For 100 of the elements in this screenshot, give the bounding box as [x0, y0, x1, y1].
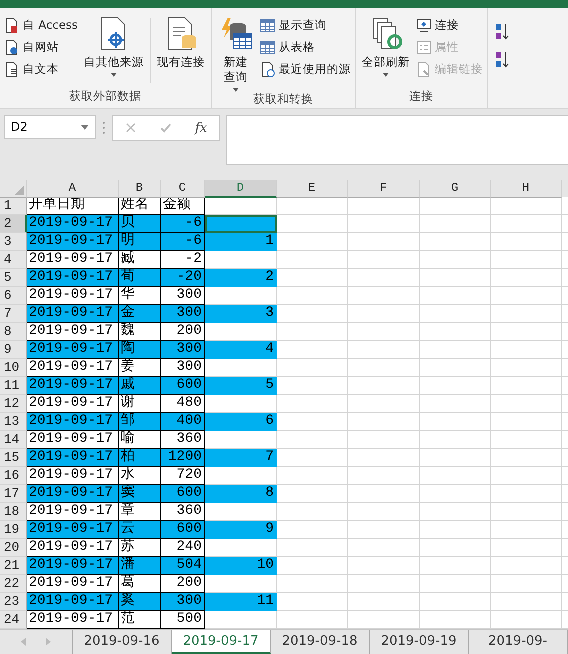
table-cell: 2019-09-17 [27, 557, 119, 575]
ribbon-button[interactable]: 最近使用的源 [260, 60, 352, 79]
table-cell: 7 [205, 449, 277, 467]
ribbon-button[interactable]: 自其他来源 [82, 16, 146, 89]
caret-icon [383, 72, 390, 77]
table-cell: 2019-09-17 [27, 215, 119, 233]
close-icon[interactable] [124, 122, 137, 134]
ribbon-button[interactable]: 新建 查询 [216, 16, 256, 92]
sheet-tab[interactable]: 2019-09-17 [172, 630, 271, 654]
row-header[interactable]: 23 [0, 593, 27, 611]
row-header[interactable]: 22 [0, 575, 27, 593]
document-icon [260, 62, 276, 78]
scroll-left-icon[interactable] [21, 638, 26, 646]
table-cell: 11 [205, 593, 277, 611]
row-header[interactable]: 14 [0, 431, 27, 449]
row-header[interactable]: 6 [0, 287, 27, 305]
table-cell: 504 [161, 557, 205, 575]
caret-icon [111, 72, 118, 77]
ribbon-button[interactable]: 自网站 [4, 38, 78, 57]
column-header[interactable]: E [277, 180, 348, 198]
table-cell: 明 [119, 233, 161, 251]
table-cell: 贝 [119, 215, 161, 233]
selected-cell [205, 215, 277, 233]
group-label: 获取外部数据 [68, 89, 143, 105]
table-cell: 600 [161, 377, 205, 395]
ribbon-button[interactable]: 自 Access [4, 16, 78, 35]
document-icon [416, 62, 432, 78]
sheet-tab[interactable]: 2019-09- [469, 630, 568, 654]
table-cell: 300 [161, 305, 205, 323]
row-header[interactable]: 9 [0, 341, 27, 359]
row-header[interactable]: 11 [0, 377, 27, 395]
column-header[interactable]: G [420, 180, 491, 198]
grip-icon [102, 121, 106, 135]
row-header[interactable]: 18 [0, 503, 27, 521]
ribbon-button[interactable]: 全部刷新 [360, 16, 412, 89]
row-header[interactable]: 8 [0, 323, 27, 341]
document-icon [4, 18, 20, 34]
table-cell: 2019-09-17 [27, 305, 119, 323]
row-header[interactable]: 15 [0, 449, 27, 467]
insert-function-button[interactable]: fx [195, 120, 208, 136]
checkmark-icon[interactable] [160, 122, 172, 134]
table-cell: 2019-09-17 [27, 269, 119, 287]
group-label: 获取和转换 [252, 92, 315, 108]
table-cell: 云 [119, 521, 161, 539]
row-header[interactable]: 7 [0, 305, 27, 323]
document-icon [4, 40, 20, 56]
table-cell: 2019-09-17 [27, 485, 119, 503]
ribbon-button[interactable]: 从表格 [260, 38, 352, 57]
row-header[interactable]: 21 [0, 557, 27, 575]
list-icon [416, 40, 432, 56]
table-cell: 邹 [119, 413, 161, 431]
table-cell: 柏 [119, 449, 161, 467]
table-cell: -20 [161, 269, 205, 287]
table-cell: 600 [161, 521, 205, 539]
column-header[interactable]: A [27, 180, 119, 198]
monitor-icon [416, 18, 432, 34]
ribbon-button[interactable]: 显示查询 [260, 16, 352, 35]
row-header[interactable]: 16 [0, 467, 27, 485]
row-header[interactable]: 20 [0, 539, 27, 557]
column-header[interactable]: B [119, 180, 161, 198]
column-header[interactable]: C [161, 180, 205, 198]
row-header[interactable]: 1 [0, 197, 27, 215]
row-header[interactable]: 19 [0, 521, 27, 539]
document-icon [4, 62, 20, 78]
row-header[interactable]: 12 [0, 395, 27, 413]
ribbon-button[interactable]: 现有连接 [155, 16, 208, 89]
table-cell: 2019-09-17 [27, 377, 119, 395]
row-header[interactable]: 5 [0, 269, 27, 287]
group-label: 连接 [408, 89, 435, 105]
ribbon-button[interactable]: 自文本 [4, 60, 78, 79]
column-header[interactable]: D [205, 180, 277, 198]
table-cell: 荀 [119, 269, 161, 287]
row-header[interactable]: 24 [0, 611, 27, 629]
row-header[interactable]: 17 [0, 485, 27, 503]
table-cell: -6 [161, 215, 205, 233]
select-all-corner[interactable] [0, 180, 27, 198]
table-cell: 金 [119, 305, 161, 323]
table-cell: 6 [205, 413, 277, 431]
column-header[interactable]: F [348, 180, 420, 198]
table-cell: 400 [161, 413, 205, 431]
row-header[interactable]: 10 [0, 359, 27, 377]
formula-input[interactable] [226, 115, 568, 165]
row-header[interactable]: 2 [0, 215, 27, 233]
table-cell: 奚 [119, 593, 161, 611]
table-cell: 600 [161, 485, 205, 503]
row-header[interactable]: 4 [0, 251, 27, 269]
sheet-tab[interactable]: 2019-09-19 [370, 630, 469, 654]
table-cell: 300 [161, 341, 205, 359]
scroll-right-icon[interactable] [46, 638, 51, 646]
sort-icon [494, 50, 510, 70]
table-cell: 2019-09-17 [27, 341, 119, 359]
table-cell: 陶 [119, 341, 161, 359]
table-cell: 戚 [119, 377, 161, 395]
row-header[interactable]: 13 [0, 413, 27, 431]
ribbon-button[interactable]: 连接 [416, 16, 484, 35]
name-box[interactable]: D2 [4, 115, 96, 139]
column-header[interactable]: H [491, 180, 562, 198]
sheet-tab[interactable]: 2019-09-18 [271, 630, 370, 654]
row-header[interactable]: 3 [0, 233, 27, 251]
sort-icon [494, 22, 510, 42]
